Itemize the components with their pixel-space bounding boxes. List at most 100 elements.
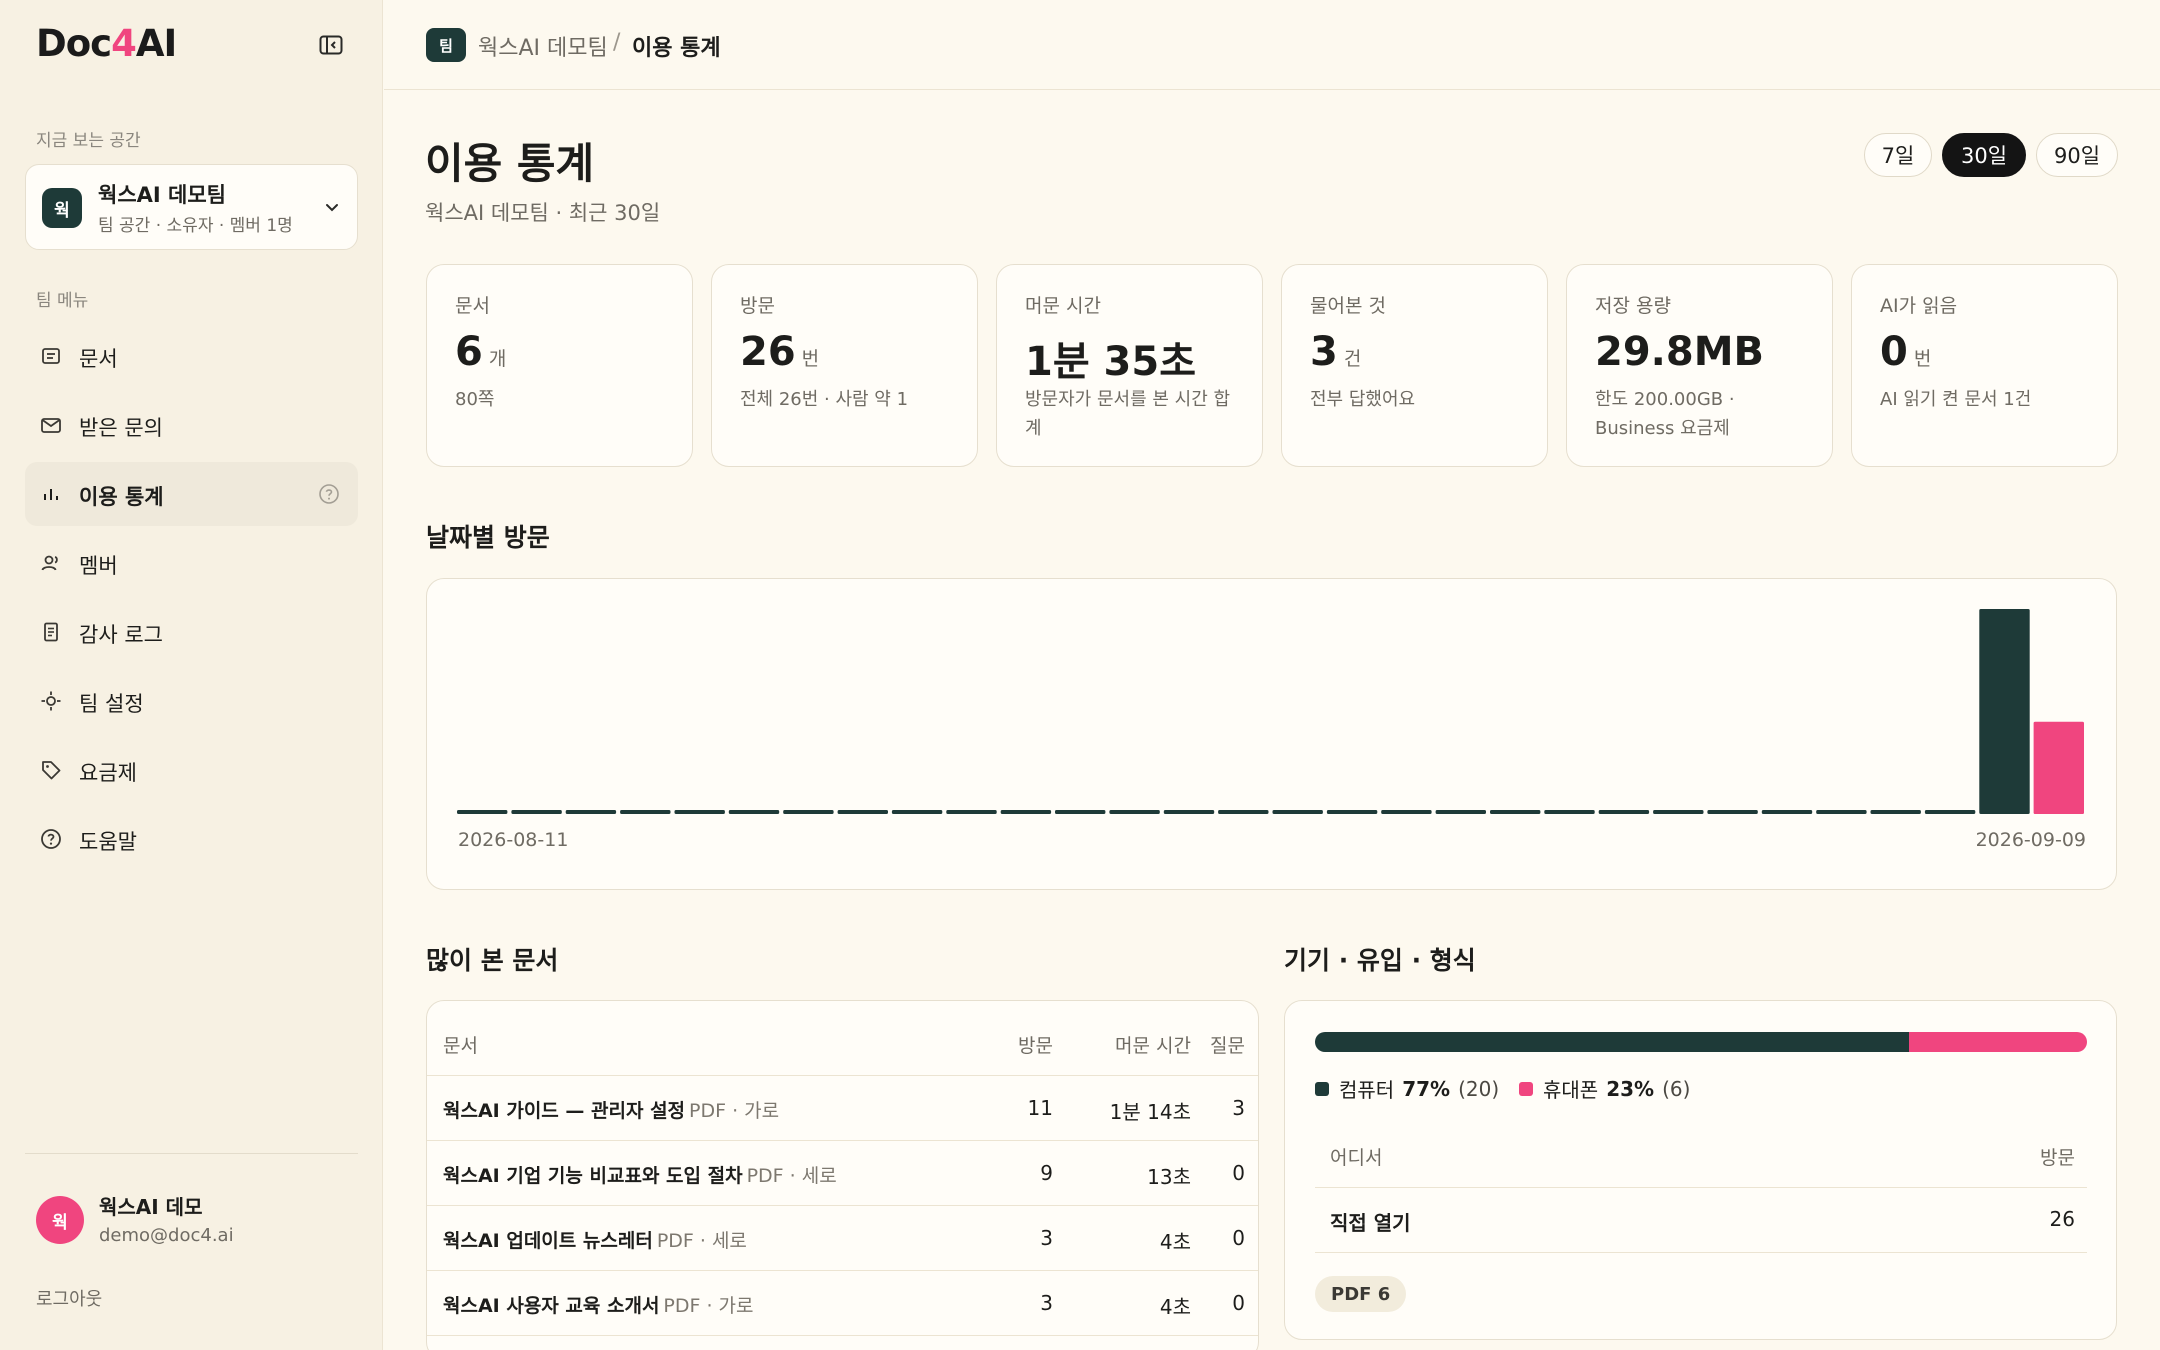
bar-2026-09-09 [2033,721,2084,814]
breadcrumb-separator: / [613,30,621,55]
doc-title: 웍스AI 가이드 — 관리자 설정 PDF · 가로 [443,1100,780,1122]
source-visits-header: 방문 [2040,1147,2075,1169]
sidebar-item-documents[interactable]: 문서 [25,324,358,388]
legend-swatch [1519,1081,1533,1096]
stat-label: 문서 [455,295,490,317]
doc-time: 1분 14초 [1109,1100,1191,1124]
doc-questions: 0 [1232,1226,1245,1250]
stat-value: 6개 [455,329,507,375]
source-visits: 26 [2049,1207,2075,1231]
column-header-visits: 방문 [1018,1035,1053,1057]
sidebar-item-members[interactable]: 멤버 [25,531,358,595]
range-90-days-button[interactable]: 90일 [2036,133,2118,177]
sidebar-item-help[interactable]: 도움말 [25,807,358,871]
top-docs-table: 문서 방문 머문 시간 질문 웍스AI 가이드 — 관리자 설정 PDF · 가로… [426,1000,1259,1350]
stat-label: 물어본 것 [1310,295,1386,317]
bar-2026-09-05 [1816,810,1867,814]
source-label: 직접 열기 [1330,1211,1411,1235]
stat-note: 한도 200.00GB · Business 요금제 [1595,389,1735,439]
divider [1315,1187,2087,1188]
sidebar-item-label: 문서 [79,347,118,371]
stat-note: 전체 26번 · 사람 약 1 [740,389,909,410]
workspace-avatar: 웍 [42,188,82,228]
legend-computer: 컴퓨터 77% (20) [1315,1074,1499,1103]
sidebar-item-audit-log[interactable]: 감사 로그 [25,600,358,664]
stat-value: 1분 35초 [1025,339,1197,385]
bar-2026-09-06 [1870,810,1921,814]
stat-label: 머문 시간 [1025,295,1101,317]
devices-title: 기기 · 유입 · 형식 [1284,946,1476,975]
stat-card-visits: 방문 26 번 전체 26번 · 사람 약 1 [711,264,978,467]
doc-visits: 3 [1040,1291,1053,1315]
x-axis-end-label: 2026-09-09 [1975,829,2086,851]
page-subtitle: 웍스AI 데모팀 · 최근 30일 [425,201,661,225]
device-share-computer [1315,1032,1910,1052]
bar-2026-08-23 [1109,810,1160,814]
bar-2026-08-21 [1000,810,1052,814]
bar-2026-09-08 [1979,609,2030,814]
doc4ai-logo[interactable]: Doc4AI [36,22,177,65]
help-circle-icon[interactable] [318,483,340,505]
user-avatar[interactable]: 웍 [36,1196,84,1244]
table-row[interactable]: 웍스AI 가이드 — 관리자 설정 PDF · 가로 11 1분 14초 3 [427,1075,1258,1140]
bar-2026-08-19 [891,810,943,814]
bar-2026-08-17 [783,810,834,814]
bar-2026-08-20 [946,810,997,814]
bar-2026-08-24 [1163,810,1215,814]
stat-label: AI가 읽음 [1880,295,1958,317]
workspace-sub: 팀 공간 · 소유자 · 멤버 1명 [98,216,293,236]
stat-note: AI 읽기 켠 문서 1건 [1880,389,2032,410]
sidebar-item-inbox[interactable]: 받은 문의 [25,393,358,457]
stat-value: 26 번 [740,329,820,375]
range-30-days-button[interactable]: 30일 [1942,133,2026,177]
sidebar-item-usage-stats[interactable]: 이용 통계 [25,462,358,526]
team-badge: 팀 [426,28,466,62]
doc-visits: 3 [1040,1226,1053,1250]
bar-2026-08-26 [1272,810,1323,814]
sidebar-item-pricing[interactable]: 요금제 [25,738,358,802]
bar-2026-08-13 [565,810,617,814]
sidebar-item-label: 감사 로그 [79,623,163,647]
bar-2026-08-22 [1055,810,1106,814]
stat-label: 방문 [740,295,775,317]
workspace-switcher[interactable]: 웍 웍스AI 데모팀 팀 공간 · 소유자 · 멤버 1명 [25,164,358,250]
bar-2026-08-30 [1490,810,1541,814]
doc-time: 13초 [1147,1165,1191,1189]
bar-2026-09-07 [1924,810,1976,814]
logout-link[interactable]: 로그아웃 [36,1285,102,1311]
sidebar-item-team-settings[interactable]: 팀 설정 [25,669,358,733]
source-header: 어디서 [1330,1147,1383,1169]
doc-title: 웍스AI 기업 기능 비교표와 도입 절차 PDF · 세로 [443,1165,837,1187]
breadcrumb-team[interactable]: 웍스AI 데모팀 [478,30,608,62]
sidebar-collapse-icon[interactable] [316,32,346,58]
sidebar-item-label: 받은 문의 [79,416,163,440]
stat-note: 방문자가 문서를 본 시간 합계 [1025,389,1231,439]
bar-2026-08-15 [674,810,725,814]
doc-questions: 0 [1232,1161,1245,1185]
chevron-down-icon [320,195,344,219]
bar-2026-08-28 [1381,810,1432,814]
stat-value: 0번 [1880,329,1932,375]
stat-card-questions: 물어본 것 3건 전부 답했어요 [1281,264,1548,467]
table-row[interactable]: 웍스AI 기업 기능 비교표와 도입 절차 PDF · 세로 9 13초 0 [427,1140,1258,1205]
column-header-questions: 질문 [1210,1035,1245,1057]
divider [1315,1252,2087,1253]
topbar: 팀 웍스AI 데모팀 / 이용 통계 [384,0,2160,90]
doc-title: 웍스AI 사용자 교육 소개서 PDF · 가로 [443,1295,754,1317]
doc-visits: 9 [1040,1161,1053,1185]
table-row[interactable]: 웍스AI 업데이트 뉴스레터 PDF · 세로 3 4초 0 [427,1205,1258,1270]
range-7-days-button[interactable]: 7일 [1864,133,1932,177]
bar-chart-icon [39,482,63,506]
table-row[interactable]: 웍스AI 사용자 교육 소개서 PDF · 가로 3 4초 0 [427,1270,1258,1335]
sidebar-item-label: 멤버 [79,554,118,578]
bar-2026-08-16 [728,810,780,814]
bar-2026-09-02 [1653,810,1704,814]
sidebar-item-label: 이용 통계 [79,485,164,509]
mail-icon [39,413,63,437]
bar-2026-09-01 [1598,810,1650,814]
workspace-name: 웍스AI 데모팀 [98,183,226,207]
stat-note: 전부 답했어요 [1310,389,1416,410]
bar-2026-08-29 [1435,810,1486,814]
stat-card-storage: 저장 용량 29.8MB 한도 200.00GB · Business 요금제 [1566,264,1833,467]
legend-swatch [1315,1081,1329,1096]
